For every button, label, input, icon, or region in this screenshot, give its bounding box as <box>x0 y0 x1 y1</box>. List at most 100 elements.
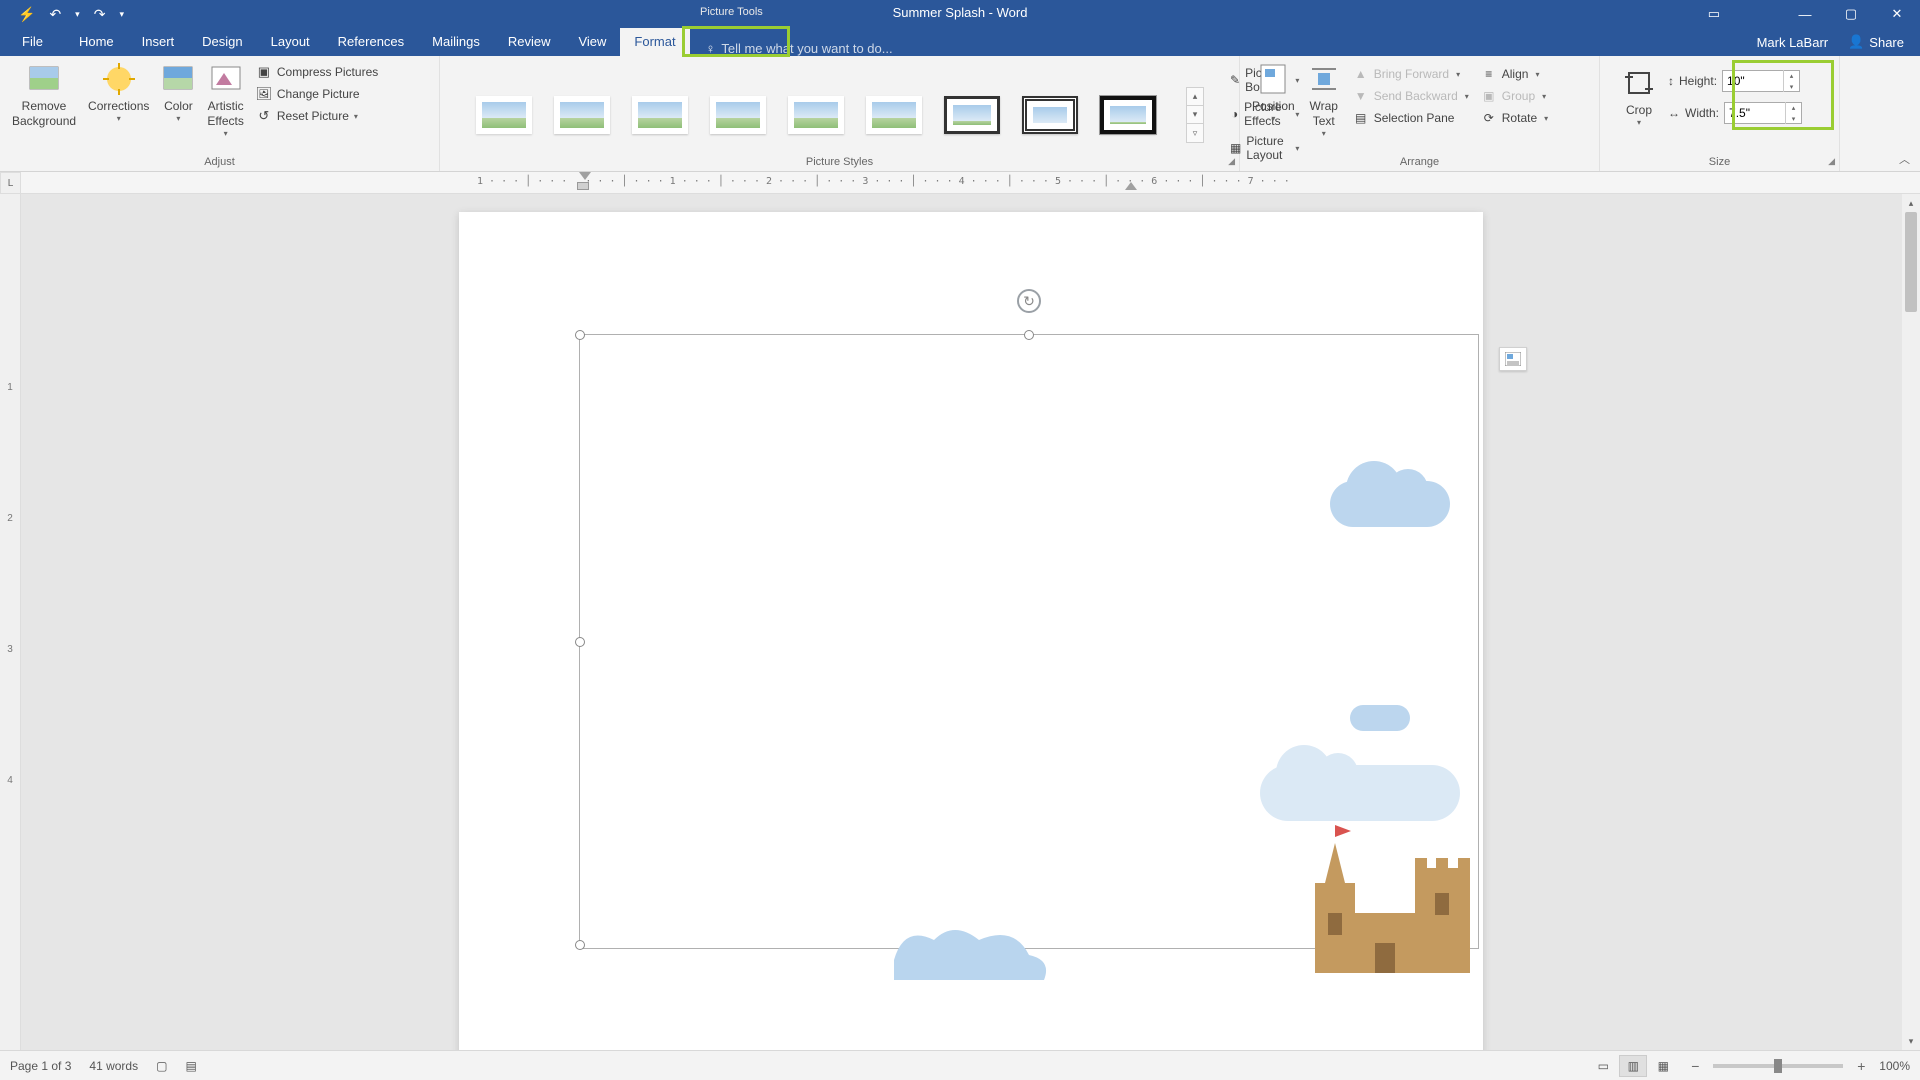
scroll-down-icon[interactable]: ▾ <box>1902 1032 1920 1050</box>
maximize-button[interactable]: ▢ <box>1828 0 1874 28</box>
artistic-effects-icon <box>209 62 243 96</box>
picture-style-3[interactable] <box>632 96 688 134</box>
tab-format[interactable]: Format <box>620 28 689 56</box>
redo-icon[interactable]: ↷ <box>94 6 106 23</box>
tab-references[interactable]: References <box>324 28 418 56</box>
user-area: Mark LaBarr 👤 Share <box>1757 34 1904 50</box>
picture-style-4[interactable] <box>710 96 766 134</box>
chevron-down-icon: ▾ <box>1535 70 1539 79</box>
spinner-up-icon[interactable]: ▴ <box>1786 102 1801 113</box>
send-backward-button[interactable]: ▼ Send Backward ▾ <box>1353 88 1469 104</box>
height-field[interactable] <box>1723 72 1783 90</box>
gallery-up-icon[interactable]: ▴ <box>1187 88 1203 106</box>
change-picture-icon: 🖼 <box>256 86 272 102</box>
layout-options-button[interactable] <box>1499 347 1527 371</box>
tell-me-search[interactable]: ♀ Tell me what you want to do... <box>690 41 893 56</box>
zoom-in-button[interactable]: + <box>1853 1058 1869 1074</box>
right-indent-marker[interactable] <box>1125 182 1137 190</box>
spell-check-icon[interactable]: ▢ <box>156 1059 167 1073</box>
spinner-down-icon[interactable]: ▾ <box>1786 113 1801 124</box>
statusbar: Page 1 of 3 41 words ▢ ▤ ▭ ▥ ▦ − + 100% <box>0 1050 1920 1080</box>
chevron-down-icon: ▾ <box>1465 92 1469 101</box>
minimize-button[interactable]: — <box>1782 0 1828 28</box>
picture-style-6[interactable] <box>866 96 922 134</box>
document-area: ▴ ▾ <box>21 194 1920 1050</box>
picture-style-7[interactable] <box>944 96 1000 134</box>
width-input[interactable]: ▴▾ <box>1724 102 1802 124</box>
ruler-horizontal: L 1 · · · │ · · · · · · │ · · · 1 · · · … <box>0 172 1920 194</box>
corrections-button[interactable]: Corrections ▾ <box>82 60 155 154</box>
read-mode-icon[interactable]: ▭ <box>1589 1055 1617 1077</box>
group-size: Crop ▾ ↕ Height: ▴▾ ↔ Width: <box>1600 56 1840 171</box>
macro-icon[interactable]: ▤ <box>185 1059 196 1073</box>
tab-review[interactable]: Review <box>494 28 565 56</box>
resize-handle-tl[interactable] <box>575 330 585 340</box>
tab-selector[interactable]: L <box>0 172 21 194</box>
undo-dropdown-icon[interactable]: ▾ <box>75 9 80 20</box>
gallery-more-icon[interactable]: ▿ <box>1187 124 1203 142</box>
tab-home[interactable]: Home <box>65 28 128 56</box>
scroll-up-icon[interactable]: ▴ <box>1902 194 1920 212</box>
print-layout-icon[interactable]: ▥ <box>1619 1055 1647 1077</box>
qat-customize-icon[interactable]: ▾ <box>119 9 124 20</box>
chevron-down-icon: ▾ <box>176 114 180 124</box>
spinner-up-icon[interactable]: ▴ <box>1784 70 1799 81</box>
bring-forward-button[interactable]: ▲ Bring Forward ▾ <box>1353 66 1469 82</box>
position-button[interactable]: Position ▾ <box>1246 60 1301 154</box>
align-button[interactable]: ≡ Align ▾ <box>1481 66 1548 82</box>
tab-mailings[interactable]: Mailings <box>418 28 494 56</box>
page-indicator[interactable]: Page 1 of 3 <box>10 1059 71 1073</box>
selection-pane-button[interactable]: ▤ Selection Pane <box>1353 110 1469 126</box>
save-icon[interactable]: ⚡ <box>18 6 35 23</box>
color-button[interactable]: Color ▾ <box>155 60 201 154</box>
page <box>459 212 1483 1050</box>
left-indent-marker[interactable] <box>577 182 589 190</box>
wrap-text-button[interactable]: Wrap Text ▾ <box>1301 60 1347 154</box>
tab-layout[interactable]: Layout <box>257 28 324 56</box>
gallery-down-icon[interactable]: ▾ <box>1187 106 1203 124</box>
close-button[interactable]: ✕ <box>1874 0 1920 28</box>
share-button[interactable]: 👤 Share <box>1848 34 1904 50</box>
tab-design[interactable]: Design <box>188 28 256 56</box>
user-name[interactable]: Mark LaBarr <box>1757 35 1829 50</box>
change-picture-button[interactable]: 🖼 Change Picture <box>256 86 378 102</box>
collapse-ribbon-icon[interactable]: ︿ <box>1899 151 1910 167</box>
styles-dialog-launcher[interactable]: ◢ <box>1228 156 1235 167</box>
zoom-out-button[interactable]: − <box>1687 1058 1703 1074</box>
picture-style-1[interactable] <box>476 96 532 134</box>
zoom-level[interactable]: 100% <box>1879 1059 1910 1073</box>
web-layout-icon[interactable]: ▦ <box>1649 1055 1677 1077</box>
rotate-label: Rotate <box>1502 111 1537 125</box>
scrollbar-thumb[interactable] <box>1905 212 1917 312</box>
vertical-scrollbar[interactable]: ▴ ▾ <box>1902 194 1920 1050</box>
width-field[interactable] <box>1725 104 1785 122</box>
picture-style-2[interactable] <box>554 96 610 134</box>
resize-handle-ml[interactable] <box>575 637 585 647</box>
compress-pictures-button[interactable]: ▣ Compress Pictures <box>256 64 378 80</box>
touch-mode-icon[interactable]: ▭ <box>1708 6 1720 22</box>
first-line-indent-marker[interactable] <box>579 172 591 180</box>
crop-button[interactable]: Crop ▾ <box>1616 64 1662 158</box>
word-count[interactable]: 41 words <box>89 1059 138 1073</box>
artistic-effects-button[interactable]: Artistic Effects ▾ <box>201 60 249 154</box>
group-button[interactable]: ▣ Group ▾ <box>1481 88 1548 104</box>
spinner-down-icon[interactable]: ▾ <box>1784 81 1799 92</box>
height-input[interactable]: ▴▾ <box>1722 70 1800 92</box>
rotate-button[interactable]: ⟳ Rotate ▾ <box>1481 110 1548 126</box>
picture-style-8[interactable] <box>1022 96 1078 134</box>
tab-insert[interactable]: Insert <box>128 28 189 56</box>
picture-style-9[interactable] <box>1100 96 1156 134</box>
resize-handle-tm[interactable] <box>1024 330 1034 340</box>
reset-picture-button[interactable]: ↺ Reset Picture ▾ <box>256 108 378 124</box>
tab-view[interactable]: View <box>564 28 620 56</box>
zoom-knob[interactable] <box>1774 1059 1782 1073</box>
size-dialog-launcher[interactable]: ◢ <box>1828 156 1835 167</box>
remove-background-button[interactable]: Remove Background <box>6 60 82 154</box>
selected-picture[interactable] <box>579 334 1479 949</box>
rotate-handle[interactable] <box>1017 289 1041 313</box>
picture-style-5[interactable] <box>788 96 844 134</box>
zoom-slider[interactable] <box>1713 1064 1843 1068</box>
undo-icon[interactable]: ↶ <box>49 6 61 23</box>
resize-handle-bl[interactable] <box>575 940 585 950</box>
tab-file[interactable]: File <box>0 28 65 56</box>
